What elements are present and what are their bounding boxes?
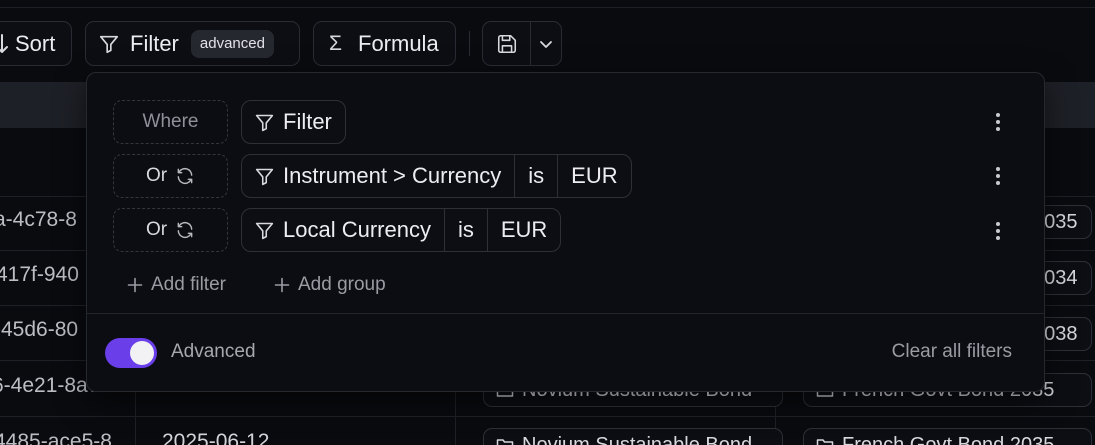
security-chip-label: Novium Sustainable Bond [522,433,753,445]
where-label: Where [113,100,228,144]
filter-field-selector[interactable]: Instrument > Currency [242,155,514,197]
funnel-icon [254,112,275,133]
conjunction-label: Or [145,219,168,240]
clear-all-filters-button[interactable]: Clear all filters [892,341,1012,363]
save-options-dropdown[interactable] [531,22,561,65]
chevron-down-icon [538,36,554,52]
table-cell-date: 2025-06-12 [162,430,270,445]
conjunction-label: Or [145,165,168,186]
advanced-label: Advanced [171,341,256,362]
popover-divider [87,313,1044,314]
sigma-icon: Σ [329,31,342,55]
filter-rule[interactable]: Filter [241,100,346,144]
save-icon [496,33,518,55]
table-cell-id: 4485-ace5-8 [0,430,112,445]
add-group-button[interactable]: Add group [274,273,386,297]
filter-field-selector[interactable]: Filter [242,101,345,143]
bond-chip-label: French Govt Bond 2035 [842,433,1055,445]
conjunction-label: Where [142,111,199,132]
more-options-icon[interactable] [992,110,1004,134]
formula-label: Formula [358,30,439,56]
advanced-toggle[interactable] [105,338,157,368]
toolbar-top-divider [0,7,1095,8]
table-cell-id: -45d6-80 [0,318,79,341]
sort-arrow-icon [0,33,9,55]
more-options-icon[interactable] [992,219,1004,243]
refresh-icon [175,220,195,240]
folder-icon [496,437,514,445]
filter-rule[interactable]: Local Currency is EUR [241,208,562,252]
filter-field-label: Local Currency [283,217,431,242]
add-filter-label: Add filter [151,274,226,295]
refresh-icon [175,166,195,186]
more-options-icon[interactable] [992,164,1004,188]
filter-field-selector[interactable]: Local Currency [242,209,444,251]
table-cell-id: a-4c78-8 [0,208,77,231]
save-view-button[interactable] [483,22,531,65]
sort-label: Sort [15,30,56,56]
add-group-label: Add group [298,274,386,295]
save-view-group [482,21,562,66]
funnel-icon [254,220,275,241]
bond-chip[interactable]: French Govt Bond 2035 [803,428,1092,445]
add-filter-button[interactable]: Add filter [127,273,226,297]
funnel-icon [254,166,275,187]
conjunction-toggle[interactable]: Or [113,154,228,198]
filter-button[interactable]: Filter advanced [85,21,300,66]
folder-icon [816,437,834,445]
sort-button[interactable]: Sort [0,21,72,66]
plus-icon [127,277,143,293]
filter-popover: Where Filter Or Instrument > Currency is… [86,72,1045,392]
table-cell-id: 6-4e21-8a7 [0,374,100,397]
filter-label: Filter [130,30,179,56]
security-chip[interactable]: Novium Sustainable Bond [483,428,783,445]
row-divider [0,416,1095,417]
filter-field-label: Filter [283,109,332,134]
filter-operator-selector[interactable]: is [514,155,557,197]
conjunction-toggle[interactable]: Or [113,208,228,252]
filter-value-input[interactable]: EUR [557,155,630,197]
plus-icon [274,277,290,293]
toggle-knob [130,341,154,365]
filter-mode-badge: advanced [190,29,274,58]
filter-field-label: Instrument > Currency [283,163,502,188]
funnel-icon [98,33,120,55]
toolbar-separator [469,31,470,56]
filter-operator-selector[interactable]: is [443,209,487,251]
formula-button[interactable]: Σ Formula [313,21,456,66]
table-cell-id: 417f-940 [0,263,79,286]
filter-value-input[interactable]: EUR [486,209,560,251]
filter-rule[interactable]: Instrument > Currency is EUR [241,154,632,198]
